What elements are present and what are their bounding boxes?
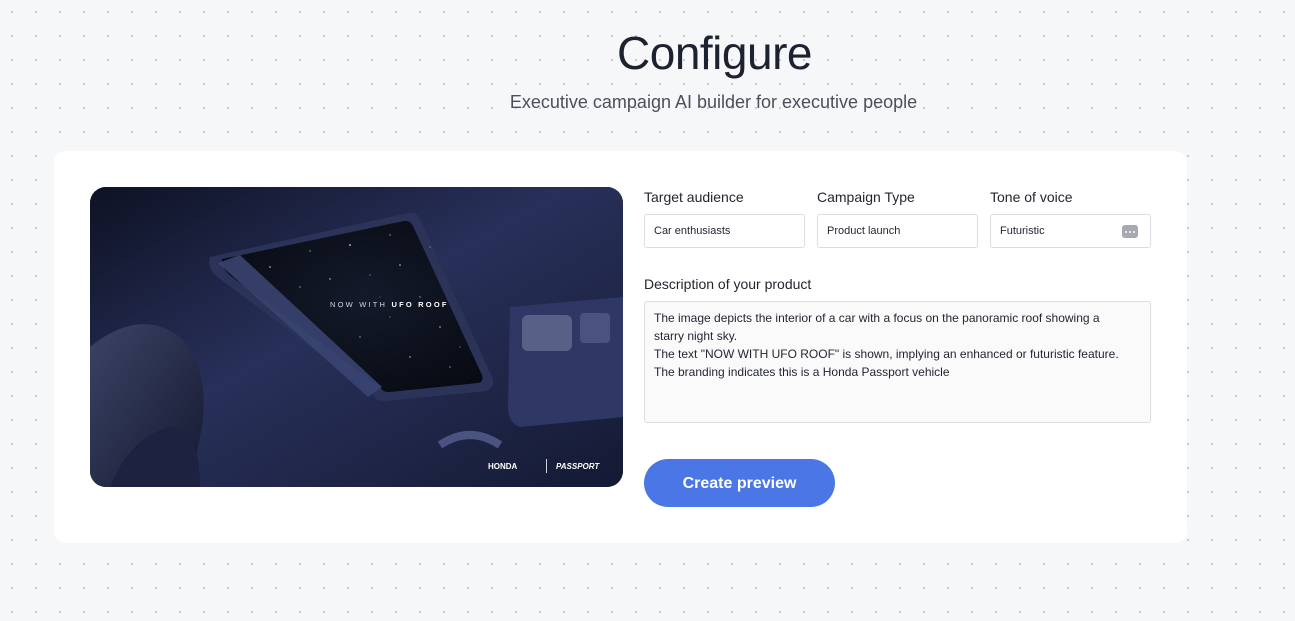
hero-overlay-prefix: NOW WITH [330,300,391,309]
brand-honda: HONDA [488,462,518,471]
hero-overlay-bold: UFO ROOF [391,300,448,309]
page-subtitle: Executive campaign AI builder for execut… [509,92,918,112]
tone-of-voice-select[interactable]: Futuristic [990,214,1151,248]
campaign-image: NOW WITH UFO ROOF HONDA PASSPORT [90,187,623,487]
tone-of-voice-value: Futuristic [1000,225,1045,237]
page-title: Configure [617,27,812,79]
description-textarea[interactable]: The image depicts the interior of a car … [644,301,1151,423]
hero-overlay-text: NOW WITH UFO ROOF [330,300,449,309]
target-audience-input[interactable]: Car enthusiasts [644,214,805,248]
description-line: The image depicts the interior of a car … [654,311,1100,325]
campaign-type-label: Campaign Type [817,189,915,205]
configure-card: NOW WITH UFO ROOF HONDA PASSPORT Target … [54,151,1187,543]
description-line: The text "NOW WITH UFO ROOF" is shown, i… [654,347,1119,361]
brand-passport: PASSPORT [556,462,600,471]
create-preview-button[interactable]: Create preview [644,459,835,507]
more-dots-icon[interactable] [1122,225,1138,238]
description-line: The branding indicates this is a Honda P… [654,365,950,379]
description-label: Description of your product [644,276,812,292]
target-audience-label: Target audience [644,189,744,205]
campaign-type-input[interactable]: Product launch [817,214,978,248]
tone-of-voice-label: Tone of voice [990,189,1073,205]
description-line: starry night sky. [654,329,738,343]
